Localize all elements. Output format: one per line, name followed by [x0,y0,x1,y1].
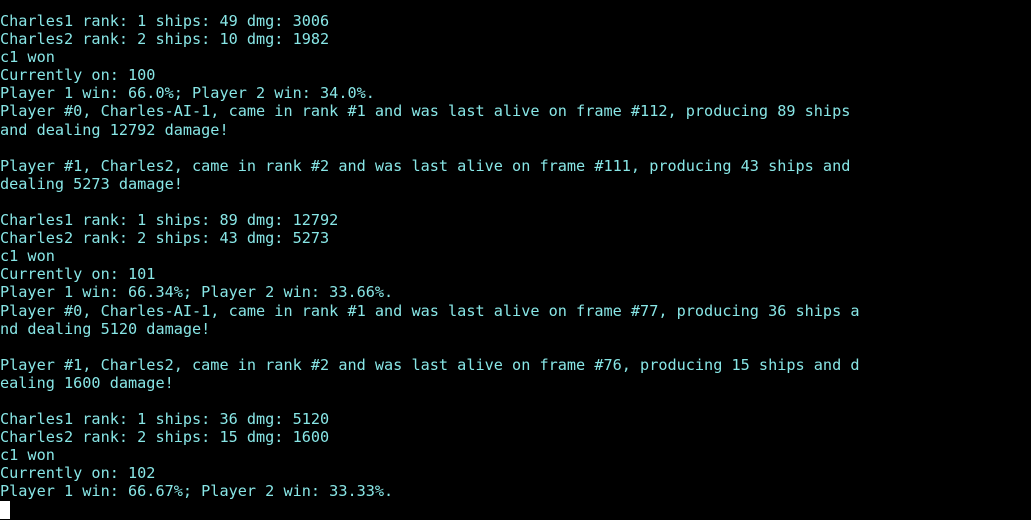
terminal-line: Charles1 rank: 1 ships: 36 dmg: 5120 [0,410,330,429]
terminal-cursor [0,501,10,519]
terminal-line: Player #1, Charles2, came in rank #2 and… [0,355,860,374]
terminal-line: Currently on: 100 [0,66,156,85]
terminal-line: Charles1 rank: 1 ships: 89 dmg: 12792 [0,211,339,230]
terminal-line: Player #1, Charles2, came in rank #2 and… [0,156,851,175]
terminal-line: Player #0, Charles-AI-1, came in rank #1… [0,301,860,320]
terminal-line: nd dealing 5120 damage! [0,319,211,338]
terminal-output: Charles1 rank: 1 ships: 49 dmg: 3006 Char… [0,12,1031,519]
terminal-line: Player #0, Charles-AI-1, came in rank #1… [0,102,851,121]
terminal-line: Player 1 win: 66.34%; Player 2 win: 33.6… [0,283,394,302]
terminal-line: and dealing 12792 damage! [0,120,229,139]
terminal-line: dealing 5273 damage! [0,174,183,193]
terminal-line: Currently on: 102 [0,464,156,483]
terminal-window[interactable]: Charles1 rank: 1 ships: 49 dmg: 3006 Char… [0,0,1031,520]
terminal-line: Player 1 win: 66.0%; Player 2 win: 34.0%… [0,84,375,103]
terminal-line: Charles2 rank: 2 ships: 43 dmg: 5273 [0,229,330,248]
terminal-line: Charles2 rank: 2 ships: 15 dmg: 1600 [0,428,330,447]
terminal-line: Player 1 win: 66.67%; Player 2 win: 33.3… [0,482,394,501]
terminal-line: Charles2 rank: 2 ships: 10 dmg: 1982 [0,30,330,49]
terminal-line: Charles1 rank: 1 ships: 49 dmg: 3006 [0,12,330,30]
terminal-line: c1 won [0,247,55,266]
terminal-line: Currently on: 101 [0,265,156,284]
terminal-line: c1 won [0,48,55,67]
terminal-line: ealing 1600 damage! [0,373,174,392]
terminal-line: c1 won [0,446,55,465]
